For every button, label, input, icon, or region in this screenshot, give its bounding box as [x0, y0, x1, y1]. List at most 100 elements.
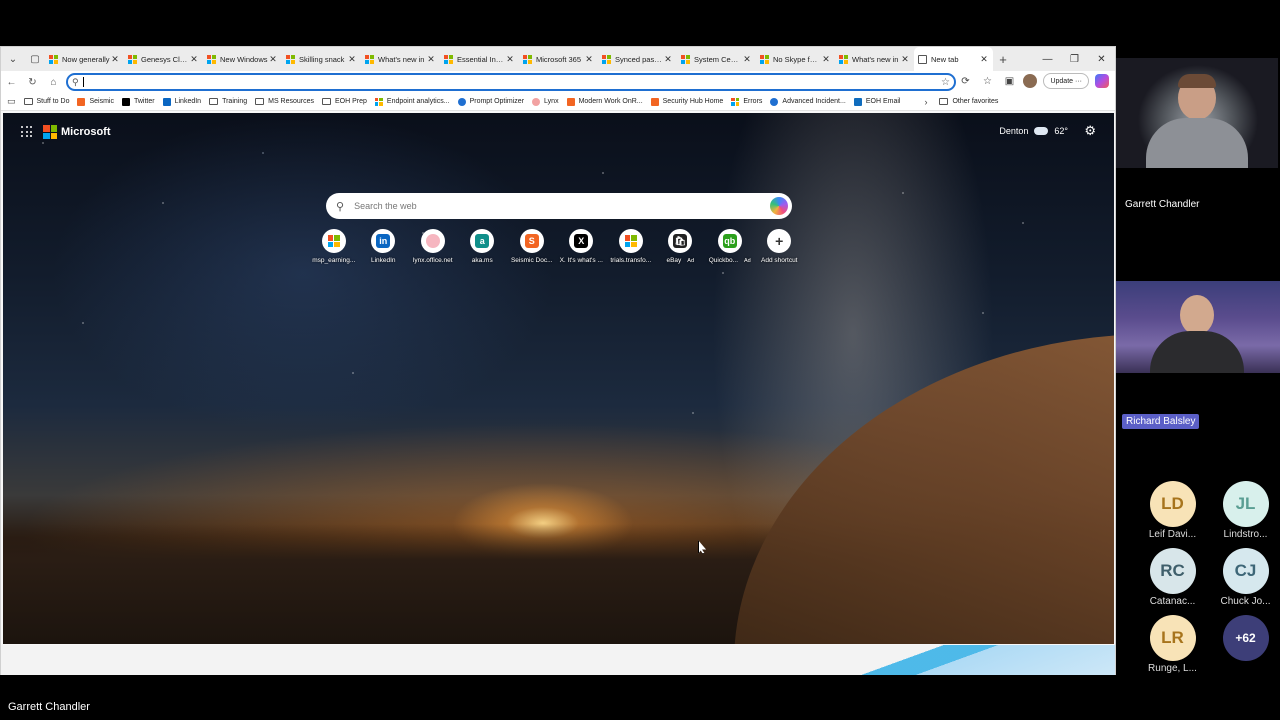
profile-avatar[interactable]	[1023, 74, 1038, 88]
favorites-bar-icon[interactable]: ▭	[7, 96, 16, 107]
favorite-item[interactable]: Stuff to Do	[23, 98, 69, 106]
close-window-icon[interactable]: ✕	[1088, 54, 1115, 65]
browser-window: ⌄ ▢ Now generally ✕ Genesys Clouc ✕ New Wind…	[0, 46, 1116, 675]
app-launcher-icon[interactable]	[21, 126, 33, 138]
browser-tab[interactable]: Essential Intun ✕	[440, 47, 519, 71]
favorite-star-icon[interactable]: ☆	[941, 77, 950, 88]
tab-title: Essential Intun	[457, 54, 505, 64]
browser-tab[interactable]: What's new in ✕	[835, 47, 914, 71]
microsoft-logo-icon	[43, 125, 57, 139]
search-placeholder: Search the web	[354, 201, 417, 211]
favorite-label: Modern Work OnR...	[578, 98, 643, 105]
quick-link[interactable]: S Seismic Doc...	[507, 229, 557, 264]
minimize-icon[interactable]: —	[1034, 54, 1061, 65]
browser-tab[interactable]: What's new in ✕	[361, 47, 440, 71]
close-tab-icon[interactable]: ✕	[189, 54, 199, 65]
participant-tile[interactable]: JL Lindstro...	[1209, 481, 1280, 540]
copilot-icon[interactable]	[1095, 74, 1109, 88]
more-favorites-chevron-icon[interactable]: ›	[924, 97, 927, 107]
browser-tab[interactable]: Genesys Clouc ✕	[124, 47, 203, 71]
favorite-label: Twitter	[133, 98, 155, 105]
participant-avatar: LD	[1149, 481, 1196, 527]
browser-tab[interactable]: Now generally ✕	[45, 47, 124, 71]
close-tab-icon[interactable]: ✕	[584, 54, 594, 65]
new-tab-plus-icon[interactable]: +	[993, 52, 1013, 67]
participant-name-1: Garrett Chandler	[1125, 199, 1200, 210]
favorite-item[interactable]: Seismic	[77, 97, 114, 106]
back-arrow-icon[interactable]: ←	[1, 77, 22, 88]
microsoft-icon	[286, 54, 295, 64]
close-tab-icon[interactable]: ✕	[505, 54, 515, 65]
quick-link[interactable]: trials.transfo...	[606, 229, 656, 264]
quick-link[interactable]: qb Quickbo... Ad	[705, 229, 755, 264]
favorite-item[interactable]: Security Hub Home	[650, 97, 723, 106]
more-participants[interactable]: +62	[1209, 615, 1280, 674]
participant-avatar: CJ	[1222, 548, 1269, 594]
close-tab-icon[interactable]: ✕	[110, 54, 120, 65]
extensions-icon[interactable]: ⟳	[957, 76, 973, 87]
meeting-panel: Garrett Chandler Richard Balsley LD Leif …	[1116, 46, 1280, 675]
close-tab-icon[interactable]: ✕	[979, 54, 989, 65]
browser-tab[interactable]: Synced passke ✕	[598, 47, 677, 71]
favorite-item[interactable]: Lynx	[532, 97, 559, 106]
quick-link[interactable]: 🛍 eBay Ad	[656, 229, 706, 264]
quick-link[interactable]: X X. It's what's ...	[557, 229, 607, 264]
workspaces-icon[interactable]: ▢	[25, 49, 45, 69]
maximize-icon[interactable]: ❐	[1061, 54, 1088, 65]
tab-active[interactable]: New tab ✕	[914, 47, 993, 71]
quick-link-label-row: msp_earning...	[312, 257, 355, 264]
browser-tab[interactable]: Microsoft 365 ✕	[519, 47, 598, 71]
favorite-item[interactable]: Advanced Incident...	[770, 97, 846, 106]
close-tab-icon[interactable]: ✕	[821, 54, 831, 65]
browser-tab[interactable]: No Skype for E ✕	[756, 47, 835, 71]
tab-title: What's new in	[852, 54, 899, 64]
microsoft-icon	[760, 54, 769, 64]
close-tab-icon[interactable]: ✕	[742, 54, 752, 65]
tab-actions-chevron-icon[interactable]: ⌄	[3, 49, 23, 69]
ms-icon	[731, 97, 740, 106]
favorite-item[interactable]: EOH Email	[853, 97, 900, 106]
favorite-item[interactable]: Modern Work OnR...	[566, 97, 643, 106]
settings-gear-icon[interactable]: ⚙	[1084, 123, 1096, 139]
close-tab-icon[interactable]: ✕	[347, 54, 357, 65]
favorite-item[interactable]: Errors	[731, 97, 762, 106]
favorites-icon[interactable]: ☆	[979, 76, 995, 87]
web-search-box[interactable]: ⚲ Search the web	[326, 193, 792, 219]
quick-link[interactable]: msp_earning...	[309, 229, 359, 264]
copilot-search-icon[interactable]	[770, 197, 788, 215]
participant-tile[interactable]: LR Runge, L...	[1136, 615, 1209, 674]
close-tab-icon[interactable]: ✕	[426, 54, 436, 65]
favorite-item[interactable]: MS Resources	[255, 98, 314, 106]
participant-tile[interactable]: RC Catanac...	[1136, 548, 1209, 607]
browser-tab[interactable]: New Windows ✕	[203, 47, 282, 71]
favorite-item[interactable]: LinkedIn	[162, 97, 201, 106]
participant-tile[interactable]: LD Leif Davi...	[1136, 481, 1209, 540]
browser-tab[interactable]: System Center ✕	[677, 47, 756, 71]
browser-tab[interactable]: Skilling snack ✕	[282, 47, 361, 71]
browser-toolbar: ← ↻ ⌂ ⚲ ☆ ⟳ ☆ ▣ Update ···	[1, 71, 1115, 93]
close-tab-icon[interactable]: ✕	[900, 54, 910, 65]
favorite-item[interactable]: Training	[209, 98, 247, 106]
update-button[interactable]: Update ···	[1043, 73, 1089, 89]
participant-name: Runge, L...	[1148, 663, 1197, 674]
quick-link[interactable]: lynx.office.net	[408, 229, 458, 264]
refresh-icon[interactable]: ↻	[22, 77, 43, 88]
collections-icon[interactable]: ▣	[1001, 76, 1017, 87]
participant-tile[interactable]: CJ Chuck Jo...	[1209, 548, 1280, 607]
close-tab-icon[interactable]: ✕	[268, 54, 278, 65]
quick-link[interactable]: a aka.ms	[458, 229, 508, 264]
home-icon[interactable]: ⌂	[43, 77, 64, 88]
close-tab-icon[interactable]: ✕	[663, 54, 673, 65]
address-bar[interactable]: ⚲ ☆	[66, 73, 956, 91]
favorite-item[interactable]: Twitter	[121, 97, 155, 106]
weather-widget[interactable]: Denton 62°	[999, 126, 1068, 136]
ms-icon	[327, 234, 341, 248]
other-favorites[interactable]: Other favorites	[939, 98, 998, 105]
quick-link[interactable]: in LinkedIn	[359, 229, 409, 264]
favorite-item[interactable]: Prompt Optimizer	[457, 97, 524, 106]
lynx-icon	[532, 97, 541, 106]
quick-link[interactable]: + Add shortcut	[755, 229, 805, 264]
favorite-item[interactable]: Endpoint analytics...	[374, 97, 450, 106]
linkedin-icon: in	[376, 234, 391, 248]
favorite-item[interactable]: EOH Prep	[322, 98, 367, 106]
